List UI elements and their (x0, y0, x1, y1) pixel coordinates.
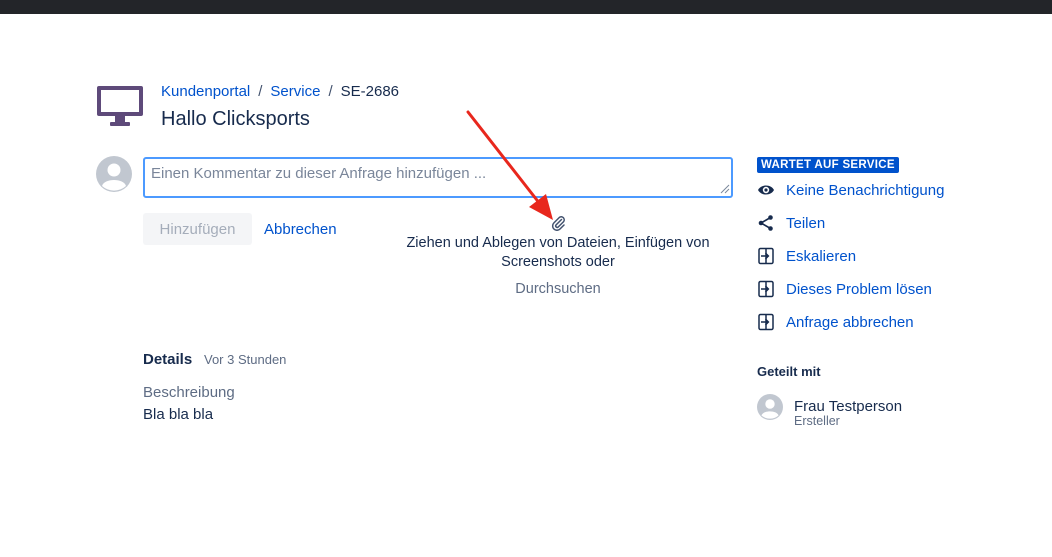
action-escalate[interactable]: Eskalieren (757, 244, 856, 268)
breadcrumb-service-link[interactable]: Service (270, 83, 320, 100)
page-title: Hallo Clicksports (161, 108, 310, 130)
cancel-comment-button[interactable]: Abbrechen (256, 213, 345, 245)
attachment-drop-text: Ziehen und Ablegen von Dateien, Einfügen… (406, 235, 710, 270)
action-cancel-request[interactable]: Anfrage abbrechen (757, 310, 914, 334)
transition-icon (758, 247, 774, 265)
action-share[interactable]: Teilen (757, 211, 825, 235)
breadcrumb-issue-key: SE-2686 (340, 83, 399, 100)
browse-files-link[interactable]: Durchsuchen (468, 279, 648, 299)
action-label: Teilen (786, 214, 826, 232)
add-comment-button[interactable]: Hinzufügen (143, 213, 252, 245)
browser-top-bar (0, 0, 1052, 14)
shared-with-heading: Geteilt mit (757, 364, 821, 379)
eye-icon (758, 185, 774, 195)
action-label: Anfrage abbrechen (786, 313, 914, 331)
action-resolve[interactable]: Dieses Problem lösen (757, 277, 932, 301)
action-label: Dieses Problem lösen (786, 280, 932, 298)
user-avatar-icon (96, 156, 132, 192)
description-text: Bla bla bla (143, 406, 214, 423)
shared-user-role: Ersteller (794, 414, 840, 428)
status-badge: WARTET AUF SERVICE (757, 157, 899, 173)
monitor-icon (97, 86, 143, 126)
share-icon (758, 215, 773, 231)
breadcrumb: Kundenportal / Service / SE-2686 (161, 82, 399, 102)
comment-input[interactable] (143, 157, 733, 198)
details-timestamp: Vor 3 Stunden (204, 352, 287, 367)
transition-icon (758, 280, 774, 298)
breadcrumb-portal-link[interactable]: Kundenportal (161, 83, 250, 100)
shared-user-name: Frau Testperson (794, 398, 903, 415)
annotation-arrow-icon (466, 110, 553, 220)
resize-handle-icon[interactable] (720, 184, 730, 194)
details-heading: Details (143, 351, 193, 368)
breadcrumb-separator: / (258, 83, 263, 100)
description-label: Beschreibung (143, 384, 235, 401)
breadcrumb-separator: / (328, 83, 333, 100)
action-label: Eskalieren (786, 247, 857, 265)
action-label: Keine Benachrichtigung (786, 181, 945, 199)
action-no-notification[interactable]: Keine Benachrichtigung (757, 178, 944, 202)
user-avatar-icon (757, 394, 783, 420)
transition-icon (758, 313, 774, 331)
